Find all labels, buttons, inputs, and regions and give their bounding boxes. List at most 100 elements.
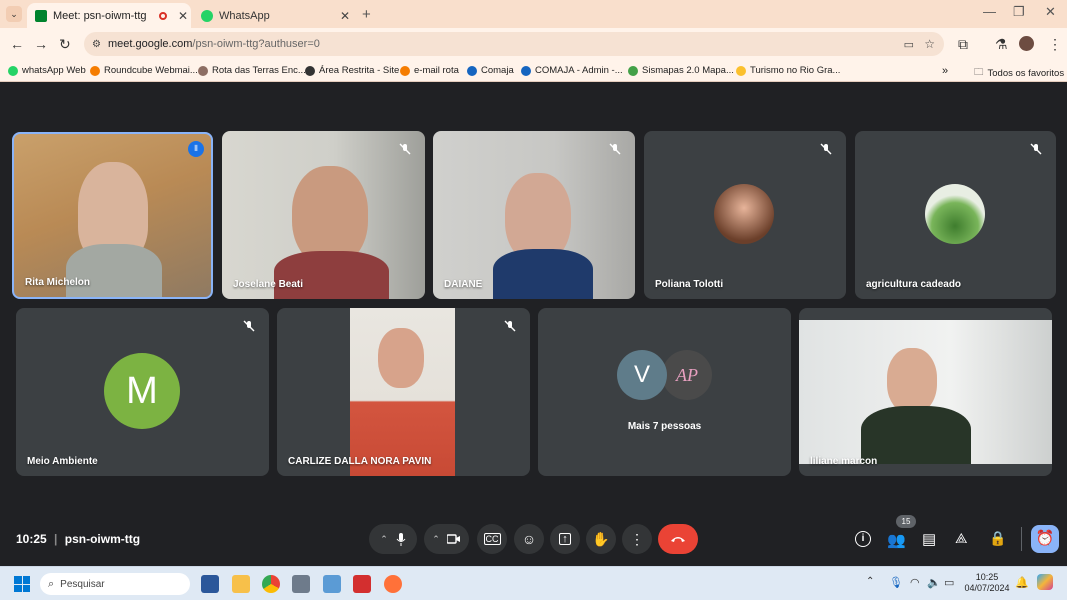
wifi-icon[interactable]: ◠ (910, 576, 920, 589)
captions-button[interactable]: CC (477, 524, 507, 554)
participant-tile[interactable]: ⦀ Rita Michelon (12, 132, 213, 299)
participant-tile-more[interactable]: V AP Mais 7 pessoas (538, 308, 791, 476)
calculator-icon[interactable] (292, 575, 310, 593)
participant-body (274, 251, 389, 299)
participant-name: agricultura cadeado (866, 279, 962, 290)
participant-tile[interactable]: DAIANE (433, 131, 635, 299)
present-button[interactable]: ↑ (550, 524, 580, 554)
more-options-button[interactable]: ⋮ (622, 524, 652, 554)
extensions-icon[interactable]: ⧉ (958, 36, 968, 53)
reload-icon[interactable]: ↻ (59, 36, 71, 53)
participant-tile[interactable]: M Meio Ambiente (16, 308, 269, 476)
windows-taskbar: ⌕ Pesquisar ⌃ 🎙 ◠ 🔈 ▭ 10:25 04/07/2024 🔔 (0, 566, 1067, 600)
participant-tile[interactable]: liliane marcon (799, 308, 1052, 476)
avatar (714, 184, 774, 244)
meet-icon (35, 9, 47, 22)
camera-button[interactable]: ⌃ (424, 524, 469, 554)
site-info-icon[interactable]: ⚙ (92, 39, 101, 50)
bookmark-item[interactable]: Comaja (467, 65, 514, 76)
mic-button[interactable]: ⌃ (369, 524, 417, 554)
bookmark-item[interactable]: Área Restrita - Site (305, 65, 399, 76)
app-icon[interactable] (201, 575, 219, 593)
hangup-icon (671, 537, 685, 542)
info-icon[interactable]: i (855, 531, 871, 547)
file-explorer-icon[interactable] (232, 575, 250, 593)
reactions-button[interactable]: ☺ (514, 524, 544, 554)
participant-tile[interactable]: CARLIZE DALLA NORA PAVIN (277, 308, 530, 476)
chevron-up-icon[interactable]: ⌃ (866, 576, 874, 587)
more-vert-icon: ⋮ (630, 530, 644, 547)
participant-name: Poliana Tolotti (655, 279, 724, 290)
participant-tile[interactable]: agricultura cadeado (855, 131, 1056, 299)
participant-tile[interactable]: Joselane Beati (222, 131, 425, 299)
meeting-code: psn-oiwm-ttg (64, 532, 141, 546)
camera-blocked-icon[interactable]: ▭ (904, 38, 914, 51)
chrome-icon[interactable] (262, 575, 280, 593)
bookmark-star-icon[interactable]: ☆ (924, 37, 935, 51)
bookmark-item[interactable]: Rota das Terras Enc... (198, 65, 306, 76)
alarm-icon[interactable]: ⏰ (1031, 525, 1059, 553)
bookmark-item[interactable]: whatsApp Web (8, 65, 86, 76)
minimize-icon[interactable]: — (983, 4, 996, 19)
raise-hand-button[interactable]: ✋ (586, 524, 616, 554)
url-path: /psn-oiwm-ttg?authuser=0 (192, 38, 320, 50)
participant-face (887, 348, 937, 414)
bookmark-item[interactable]: Roundcube Webmai... (90, 65, 198, 76)
volume-icon[interactable]: 🔈 (927, 576, 941, 589)
tab-label: WhatsApp (219, 9, 270, 22)
clock[interactable]: 10:25 04/07/2024 (962, 572, 1012, 594)
notification-bell-icon[interactable]: 🔔 (1015, 576, 1029, 589)
menu-icon[interactable]: ⋮ (1048, 36, 1062, 53)
participant-tile[interactable]: Poliana Tolotti (644, 131, 846, 299)
search-placeholder: Pesquisar (60, 578, 105, 590)
tab-search-icon[interactable]: ⌄ (6, 6, 22, 22)
camera-icon (446, 534, 460, 544)
restore-icon[interactable]: ❐ (1013, 4, 1025, 20)
participant-name: liliane marcon (810, 456, 878, 467)
people-icon[interactable]: 👥 (887, 531, 906, 549)
emoji-icon: ☺ (521, 531, 537, 547)
labs-icon[interactable]: ⚗ (995, 36, 1008, 53)
avatar-logo: AP (662, 350, 712, 400)
present-icon: ↑ (559, 533, 571, 545)
address-bar-row: ← → ↻ ⚙ meet.google.com/psn-oiwm-ttg?aut… (0, 28, 1067, 60)
close-icon[interactable]: ✕ (337, 9, 353, 23)
forward-icon[interactable]: → (34, 36, 48, 52)
profile-avatar[interactable] (1019, 36, 1034, 51)
participant-body (493, 249, 593, 299)
taskbar-search[interactable]: ⌕ Pesquisar (40, 573, 190, 595)
firefox-icon[interactable] (384, 575, 402, 593)
back-icon[interactable]: ← (10, 36, 24, 52)
notepad-icon[interactable] (323, 575, 341, 593)
more-bookmarks-icon[interactable]: » (942, 65, 948, 77)
battery-icon[interactable]: ▭ (944, 576, 954, 589)
window-close-icon[interactable]: ✕ (1045, 4, 1056, 20)
host-controls-icon[interactable]: 🔒 (989, 530, 1006, 547)
chat-icon[interactable]: ▤ (922, 530, 936, 548)
bookmark-item[interactable]: Turismo no Rio Gra... (736, 65, 840, 76)
url-field[interactable]: ⚙ meet.google.com/psn-oiwm-ttg?authuser=… (84, 32, 944, 56)
start-icon[interactable] (14, 576, 30, 592)
bookmark-item[interactable]: COMAJA - Admin -... (521, 65, 623, 76)
mic-off-icon (1028, 141, 1044, 157)
bookmark-item[interactable]: e-mail rota (400, 65, 459, 76)
mic-off-icon (607, 141, 623, 157)
activities-icon[interactable]: ⟁ (955, 530, 968, 547)
participant-name: Rita Michelon (25, 277, 91, 288)
bookmark-item[interactable]: Sismapas 2.0 Mapa... (628, 65, 734, 76)
participant-name: Joselane Beati (233, 279, 304, 290)
new-tab-button[interactable]: + (362, 6, 371, 23)
end-call-button[interactable] (658, 524, 698, 554)
participant-body (66, 244, 162, 297)
folder-icon: 🗀 (974, 67, 984, 78)
close-icon[interactable]: ✕ (175, 9, 191, 23)
tab-meet[interactable]: Meet: psn-oiwm-ttg ✕ (27, 3, 191, 28)
participant-body (861, 406, 971, 464)
participant-face (378, 328, 424, 388)
tab-whatsapp[interactable]: WhatsApp ✕ (193, 3, 353, 28)
all-bookmarks[interactable]: 🗀 Todos os favoritos (974, 65, 1064, 81)
copilot-icon[interactable] (1037, 574, 1053, 590)
mic-off-icon (818, 141, 834, 157)
search-icon: ⌕ (48, 577, 55, 590)
acrobat-icon[interactable] (353, 575, 371, 593)
